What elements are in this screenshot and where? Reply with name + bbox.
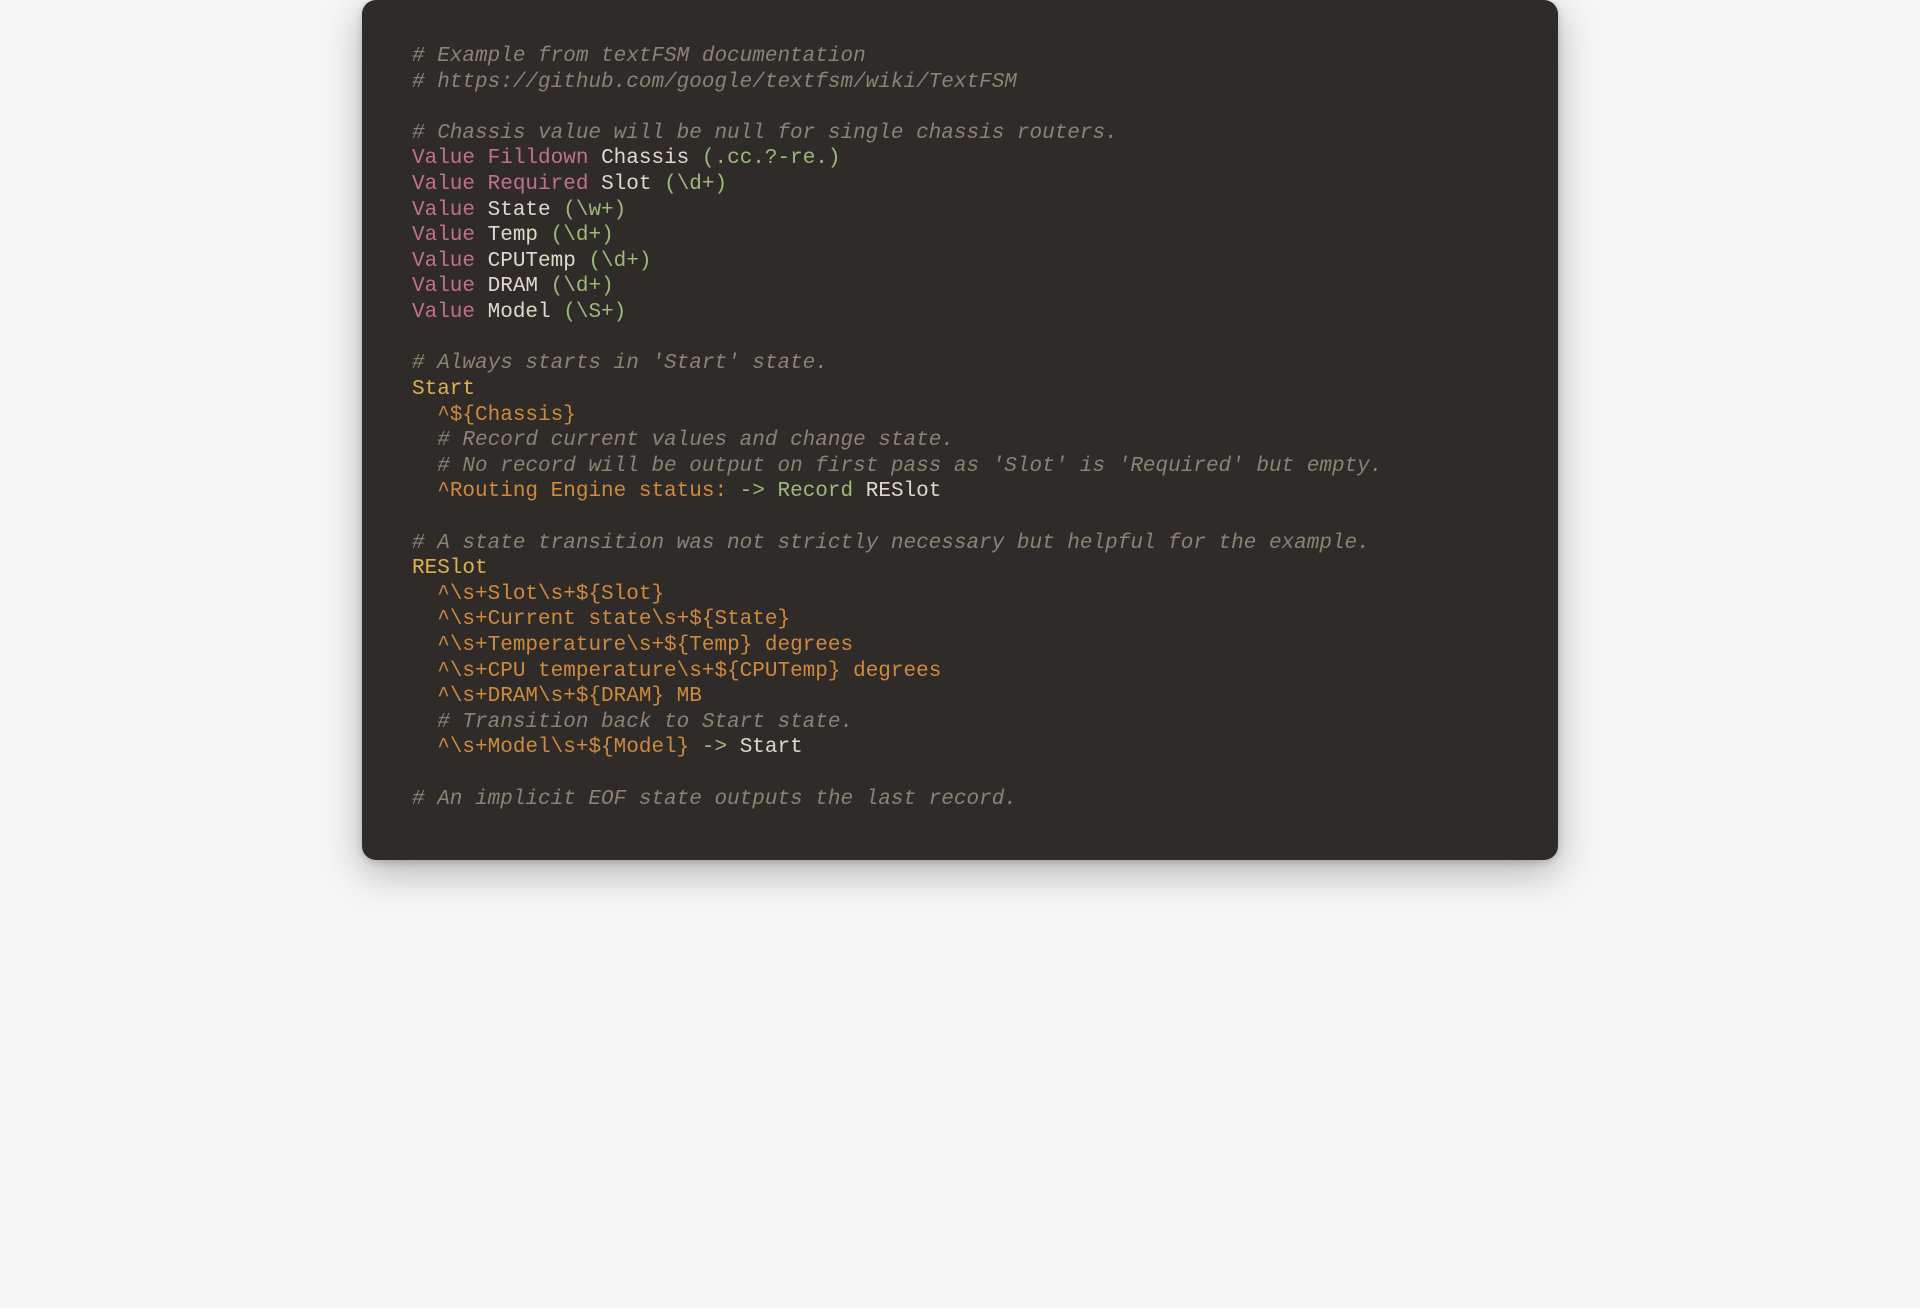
code-line: ^Routing Engine status: -> Record RESlot <box>412 479 1508 505</box>
code-line: ^\s+DRAM\s+${DRAM} MB <box>412 684 1508 710</box>
code-line: # A state transition was not strictly ne… <box>412 531 1508 557</box>
code-line: ^${Chassis} <box>412 403 1508 429</box>
code-line: Value CPUTemp (\d+) <box>412 249 1508 275</box>
code-line: ^\s+Current state\s+${State} <box>412 607 1508 633</box>
code-line: # https://github.com/google/textfsm/wiki… <box>412 70 1508 96</box>
code-line: Start <box>412 377 1508 403</box>
code-line: ^\s+Model\s+${Model} -> Start <box>412 735 1508 761</box>
code-line <box>412 505 1508 531</box>
code-line: # Record current values and change state… <box>412 428 1508 454</box>
code-line: Value Temp (\d+) <box>412 223 1508 249</box>
code-line: ^\s+Temperature\s+${Temp} degrees <box>412 633 1508 659</box>
code-line: # No record will be output on first pass… <box>412 454 1508 480</box>
page-frame: # Example from textFSM documentation# ht… <box>302 0 1618 860</box>
code-line: ^\s+CPU temperature\s+${CPUTemp} degrees <box>412 659 1508 685</box>
code-line: ^\s+Slot\s+${Slot} <box>412 582 1508 608</box>
code-line: # Example from textFSM documentation <box>412 44 1508 70</box>
code-line: Value DRAM (\d+) <box>412 274 1508 300</box>
code-line: Value Required Slot (\d+) <box>412 172 1508 198</box>
code-line: Value Filldown Chassis (.cc.?-re.) <box>412 146 1508 172</box>
code-line <box>412 326 1508 352</box>
code-line: # Transition back to Start state. <box>412 710 1508 736</box>
code-line: Value State (\w+) <box>412 198 1508 224</box>
code-line <box>412 761 1508 787</box>
code-line: # Chassis value will be null for single … <box>412 121 1508 147</box>
code-line: RESlot <box>412 556 1508 582</box>
code-line: # An implicit EOF state outputs the last… <box>412 787 1508 813</box>
code-line: Value Model (\S+) <box>412 300 1508 326</box>
code-line: # Always starts in 'Start' state. <box>412 351 1508 377</box>
code-line <box>412 95 1508 121</box>
code-block: # Example from textFSM documentation# ht… <box>362 0 1558 860</box>
